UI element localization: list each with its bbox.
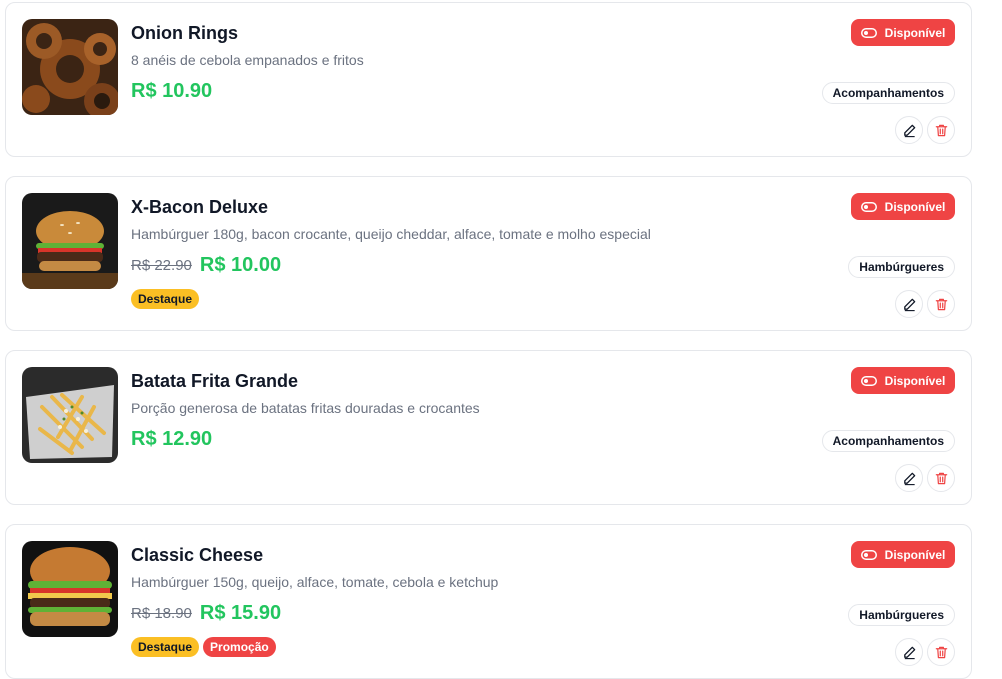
edit-button[interactable] bbox=[895, 638, 923, 666]
toggle-icon bbox=[860, 27, 877, 38]
availability-toggle[interactable]: Disponível bbox=[851, 19, 955, 46]
product-description: Hambúrguer 180g, bacon crocante, queijo … bbox=[131, 226, 651, 242]
price-row: R$ 22.90 R$ 10.00 bbox=[131, 252, 771, 278]
category-badge: Acompanhamentos bbox=[821, 430, 955, 452]
featured-badge: Destaque bbox=[131, 289, 200, 309]
availability-toggle[interactable]: Disponível bbox=[851, 541, 955, 568]
trash-icon bbox=[935, 124, 947, 136]
product-name: X-Bacon Deluxe bbox=[131, 197, 269, 217]
pencil-icon bbox=[903, 472, 915, 485]
toggle-icon bbox=[860, 375, 877, 386]
edit-button[interactable] bbox=[895, 464, 923, 492]
category-badge: Acompanhamentos bbox=[821, 82, 955, 104]
availability-label: Disponível bbox=[884, 199, 946, 214]
product-price: R$ 10.00 bbox=[199, 253, 282, 276]
pencil-icon bbox=[903, 298, 915, 311]
trash-icon bbox=[935, 472, 947, 484]
burger-image bbox=[22, 193, 118, 289]
product-price: R$ 10.90 bbox=[131, 79, 213, 102]
delete-button[interactable] bbox=[927, 116, 955, 144]
delete-button[interactable] bbox=[927, 638, 955, 666]
price-row: R$ 10.90 bbox=[131, 78, 771, 104]
availability-toggle[interactable]: Disponível bbox=[851, 367, 955, 394]
product-price: R$ 12.90 bbox=[131, 427, 213, 450]
edit-button[interactable] bbox=[895, 290, 923, 318]
availability-label: Disponível bbox=[884, 25, 946, 40]
featured-badge: Destaque bbox=[131, 637, 200, 657]
pencil-icon bbox=[903, 646, 915, 659]
delete-button[interactable] bbox=[927, 290, 955, 318]
burger-image bbox=[22, 541, 118, 637]
pencil-icon bbox=[903, 124, 915, 137]
product-name: Classic Cheese bbox=[131, 545, 264, 565]
toggle-icon bbox=[860, 201, 877, 212]
edit-button[interactable] bbox=[895, 116, 923, 144]
onion-rings-image bbox=[22, 19, 118, 115]
product-price: R$ 15.90 bbox=[199, 601, 282, 624]
toggle-icon bbox=[860, 549, 877, 560]
category-badge: Hambúrgueres bbox=[848, 256, 955, 278]
product-card: Classic Cheese Hambúrguer 150g, queijo, … bbox=[5, 524, 972, 679]
product-name: Onion Rings bbox=[131, 23, 238, 43]
category-badge: Hambúrgueres bbox=[848, 604, 955, 626]
price-row: R$ 12.90 bbox=[131, 426, 771, 452]
product-description: Porção generosa de batatas fritas dourad… bbox=[131, 400, 480, 416]
availability-label: Disponível bbox=[884, 373, 946, 388]
product-description: 8 anéis de cebola empanados e fritos bbox=[131, 52, 364, 68]
delete-button[interactable] bbox=[927, 464, 955, 492]
product-card: Onion Rings 8 anéis de cebola empanados … bbox=[5, 2, 972, 157]
product-card: Batata Frita Grande Porção generosa de b… bbox=[5, 350, 972, 505]
original-price: R$ 22.90 bbox=[131, 256, 192, 274]
product-card: X-Bacon Deluxe Hambúrguer 180g, bacon cr… bbox=[5, 176, 972, 331]
product-name: Batata Frita Grande bbox=[131, 371, 299, 391]
availability-toggle[interactable]: Disponível bbox=[851, 193, 955, 220]
fries-image bbox=[22, 367, 118, 463]
product-description: Hambúrguer 150g, queijo, alface, tomate,… bbox=[131, 574, 499, 590]
trash-icon bbox=[935, 646, 947, 658]
trash-icon bbox=[935, 298, 947, 310]
availability-label: Disponível bbox=[884, 547, 946, 562]
promo-badge: Promoção bbox=[203, 637, 276, 657]
original-price: R$ 18.90 bbox=[131, 604, 192, 622]
price-row: R$ 18.90 R$ 15.90 bbox=[131, 600, 771, 626]
